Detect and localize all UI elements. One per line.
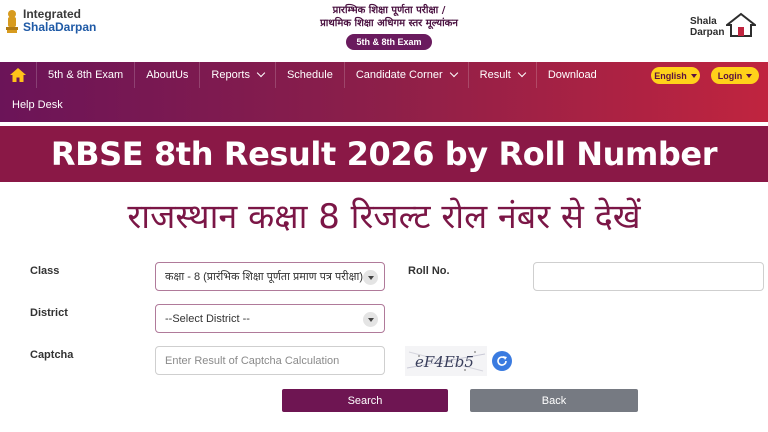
chevron-down-icon [517, 68, 527, 78]
nav-download-label: Download [547, 69, 597, 81]
chevron-down-icon [363, 270, 378, 285]
right-logo-line2: Darpan [690, 27, 725, 38]
language-button-label: English [654, 70, 687, 81]
page-title: RBSE 8th Result 2026 by Roll Number [50, 135, 718, 173]
nav-candidate-corner[interactable]: Candidate Corner [345, 62, 469, 88]
right-logo-line1: Shala [690, 16, 717, 27]
main-navbar: 5th & 8th Exam AboutUs Reports Schedule … [0, 62, 768, 122]
title-banner: RBSE 8th Result 2026 by Roll Number [0, 126, 768, 182]
language-button[interactable]: English [651, 67, 700, 84]
nav-schedule[interactable]: Schedule [276, 62, 345, 88]
roll-no-input[interactable] [533, 262, 764, 291]
class-select[interactable]: कक्षा - 8 (प्रारंभिक शिक्षा पूर्णता प्रम… [155, 262, 385, 291]
logo-line2: ShalaDarpan [23, 20, 97, 34]
captcha-text: eF4Eb5 [415, 353, 474, 371]
back-button-label: Back [541, 394, 567, 407]
class-select-value: कक्षा - 8 (प्रारंभिक शिक्षा पूर्णता प्रम… [165, 271, 364, 283]
back-button[interactable]: Back [470, 389, 638, 412]
exam-heading: प्रारम्भिक शिक्षा पूर्णता परीक्षा / प्रा… [276, 4, 502, 50]
hindi-title-line1: प्रारम्भिक शिक्षा पूर्णता परीक्षा / [332, 5, 446, 16]
nav-aboutus[interactable]: AboutUs [135, 62, 201, 88]
login-button-label: Login [717, 70, 743, 81]
chevron-down-icon [363, 312, 378, 327]
chevron-down-icon [449, 68, 458, 78]
class-label: Class [30, 265, 60, 277]
captcha-label: Captcha [30, 349, 74, 361]
search-button-label: Search [347, 394, 383, 407]
nav-home[interactable] [0, 62, 37, 88]
nav-help-desk-label: Help Desk [12, 99, 63, 111]
top-header: Integrated ShalaDarpan प्रारम्भिक शिक्षा… [0, 0, 768, 62]
captcha-image: eF4Eb5 [405, 346, 487, 376]
district-select-value: --Select District -- [165, 312, 250, 325]
roll-no-label: Roll No. [408, 265, 450, 277]
captcha-input[interactable]: Enter Result of Captcha Calculation [155, 346, 385, 375]
nav-help-desk[interactable]: Help Desk [0, 96, 63, 114]
district-label: District [30, 307, 68, 319]
hindi-subtitle: राजस्थान कक्षा 8 रिजल्ट रोल नंबर से देखे… [127, 197, 641, 237]
home-icon [10, 68, 26, 82]
search-button[interactable]: Search [282, 389, 448, 412]
hindi-title-line2: प्राथमिक शिक्षा अधिगम स्तर मूल्यांकन [320, 18, 458, 29]
integrated-shaladarpan-logo[interactable]: Integrated ShalaDarpan [4, 8, 96, 34]
refresh-icon [497, 356, 507, 366]
nav-candidate-corner-label: Candidate Corner [355, 69, 443, 81]
caret-down-icon [746, 73, 753, 78]
shaladarpan-logo[interactable]: Shala Darpan [690, 12, 762, 44]
exam-badge: 5th & 8th Exam [346, 34, 432, 50]
captcha-placeholder: Enter Result of Captcha Calculation [165, 354, 340, 367]
refresh-captcha-button[interactable] [492, 351, 512, 371]
login-button[interactable]: Login [711, 67, 759, 84]
school-house-icon [726, 12, 756, 37]
nav-exam-label: 5th & 8th Exam [48, 69, 124, 81]
nav-schedule-label: Schedule [286, 69, 333, 81]
nav-exam[interactable]: 5th & 8th Exam [37, 62, 136, 88]
nav-result-label: Result [479, 69, 511, 81]
result-form: Class कक्षा - 8 (प्रारंभिक शिक्षा पूर्णत… [0, 250, 768, 432]
caret-down-icon [690, 73, 697, 78]
ashoka-emblem-icon [6, 10, 18, 33]
nav-reports-label: Reports [211, 69, 250, 81]
nav-download[interactable]: Download [537, 62, 608, 88]
chevron-down-icon [256, 68, 266, 78]
district-select[interactable]: --Select District -- [155, 304, 385, 333]
nav-result[interactable]: Result [469, 62, 537, 88]
nav-reports[interactable]: Reports [200, 62, 276, 88]
nav-aboutus-label: AboutUs [146, 69, 189, 81]
